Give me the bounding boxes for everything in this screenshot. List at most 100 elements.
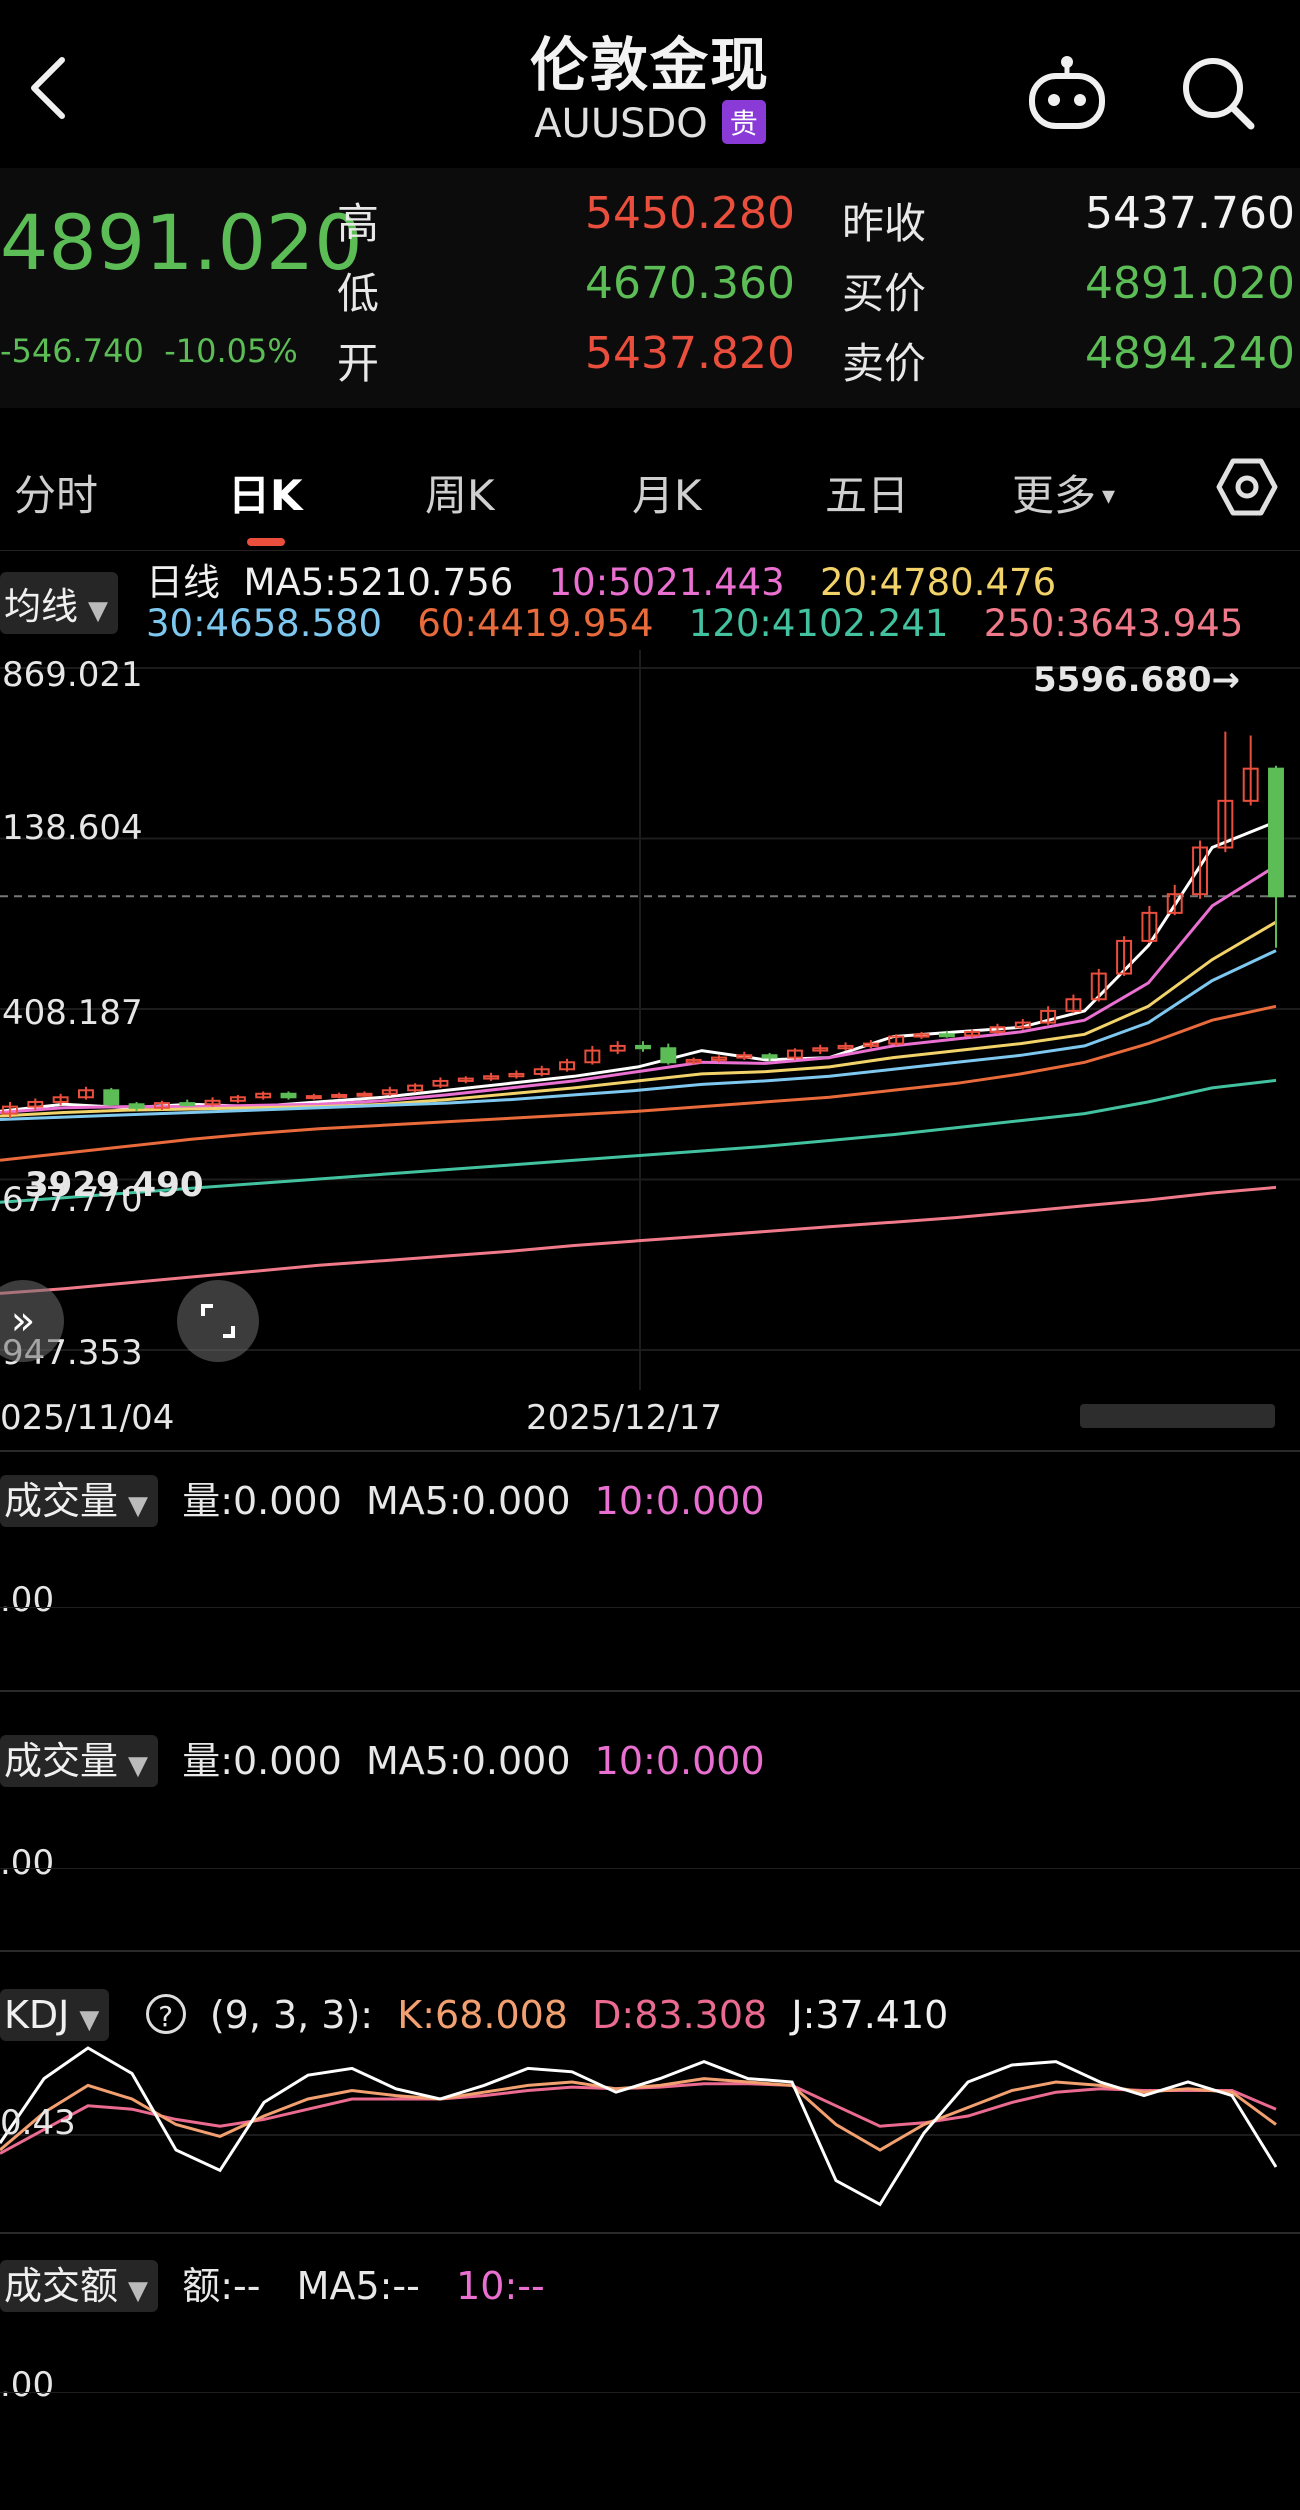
- change-amount: -546.740: [0, 332, 144, 370]
- ma-line-ma10: [0, 864, 1277, 1114]
- symbol-code: AUUSDO: [534, 101, 708, 147]
- candle-body: [305, 1095, 322, 1100]
- chart-separator: [0, 1450, 1300, 1452]
- volume-value: 量:0.000: [182, 1739, 342, 1783]
- dropdown-arrow-icon: ▼: [128, 1491, 149, 1521]
- last-price: 4891.020: [0, 198, 363, 287]
- dropdown-arrow-icon: ▼: [128, 1751, 149, 1781]
- ask-label: 卖价: [842, 339, 927, 388]
- ma5-value: MA5:5210.756: [243, 561, 514, 604]
- candle-body: [280, 1092, 297, 1099]
- kdj-d-value: D:83.308: [592, 1993, 768, 2037]
- low-price-marker: 3929.490: [25, 1165, 204, 1205]
- ma-line-ma60: [0, 1004, 1277, 1162]
- turnover-ma10: 10:--: [456, 2264, 545, 2308]
- fullscreen-icon: [201, 1304, 235, 1338]
- kdj-selector[interactable]: KDJ ▼: [0, 1989, 110, 2041]
- candle-body: [1268, 767, 1284, 898]
- tab-intraday[interactable]: 分时: [14, 462, 98, 523]
- dropdown-arrow-icon: ▼: [88, 596, 108, 626]
- ma-selector[interactable]: 均线 ▼: [0, 572, 118, 634]
- category-badge: 贵: [721, 100, 766, 144]
- ma10-value: 10:5021.443: [548, 561, 785, 604]
- tab-daily-k[interactable]: 日K: [228, 462, 303, 523]
- volume-panel-2-axis: .00: [0, 1843, 55, 1883]
- turnover-axis-label: .00: [0, 2365, 55, 2405]
- double-chevron-icon: »: [10, 1298, 36, 1344]
- kdj-j-value: J:37.410: [791, 1993, 949, 2037]
- ma-period: 日线: [146, 561, 220, 604]
- bid-label: 买价: [842, 269, 927, 318]
- robot-assistant-icon: [1029, 56, 1105, 129]
- ma250-value: 250:3643.945: [983, 602, 1244, 645]
- kdj-params: (9, 3, 3):: [209, 1993, 374, 2037]
- price-change: -546.740 -10.05%: [0, 332, 298, 370]
- tab-more-label: 更多: [1012, 471, 1097, 520]
- kdj-k-value: K:68.008: [397, 1993, 568, 2037]
- volume-panel-2-selector[interactable]: 成交量 ▼: [0, 1735, 159, 1787]
- candle-body: [761, 1054, 778, 1059]
- ma60-value: 60:4419.954: [417, 602, 654, 645]
- help-icon[interactable]: ?: [145, 1994, 186, 2034]
- candle-body: [128, 1103, 145, 1109]
- x-axis-label-start: 025/11/04: [0, 1398, 175, 1438]
- ma-selector-label: 均线: [4, 585, 78, 628]
- open-value: 5437.820: [585, 328, 795, 379]
- panel-separator: [0, 1950, 1300, 1952]
- assistant-button[interactable]: [1022, 48, 1112, 138]
- change-percent: -10.05%: [164, 332, 298, 370]
- volume-ma10: 10:0.000: [594, 1479, 765, 1523]
- candlestick-chart[interactable]: [0, 650, 1300, 1390]
- candle-body: [103, 1089, 120, 1106]
- search-button[interactable]: [1175, 50, 1260, 135]
- x-axis-label-end-blurred: [1080, 1404, 1275, 1428]
- volume-panel-1-selector[interactable]: 成交量 ▼: [0, 1475, 159, 1527]
- fullscreen-button[interactable]: [177, 1280, 259, 1362]
- candle-body: [938, 1033, 955, 1038]
- search-icon: [1183, 58, 1255, 130]
- settings-hexagon-icon: [1216, 458, 1278, 516]
- ma120-value: 120:4102.241: [688, 602, 949, 645]
- ma-legend-row-1: 日线 MA5:5210.756 10:5021.443 20:4780.476: [146, 552, 1056, 606]
- low-label: 低: [337, 269, 380, 318]
- ask-value: 4894.240: [1085, 328, 1295, 379]
- candle-body: [635, 1044, 651, 1050]
- prev-close-value: 5437.760: [1085, 188, 1295, 239]
- kdj-d-line: [0, 2082, 1277, 2155]
- kdj-panel-header: KDJ ▼ ? (9, 3, 3): K:68.008 D:83.308 J:37…: [0, 1989, 949, 2041]
- candle-body: [331, 1093, 348, 1098]
- volume-panel-1-selector-label: 成交量: [4, 1479, 119, 1523]
- high-price-marker: 5596.680→: [1033, 660, 1241, 700]
- high-value: 5450.280: [585, 188, 795, 239]
- kdj-selector-label: KDJ: [4, 1993, 70, 2037]
- ma20-value: 20:4780.476: [820, 561, 1057, 604]
- x-axis-label-mid: 2025/12/17: [526, 1398, 722, 1438]
- grid-line: [0, 2392, 1300, 2393]
- y-axis-label-top: 869.021: [2, 655, 143, 695]
- high-label: 高: [337, 199, 380, 248]
- ma30-value: 30:4658.580: [146, 602, 383, 645]
- volume-panel-1-header: 成交量 ▼ 量:0.000 MA5:0.000 10:0.000: [0, 1470, 765, 1527]
- candle-body: [356, 1092, 373, 1097]
- volume-ma5: MA5:0.000: [365, 1479, 571, 1523]
- chart-settings-button[interactable]: [1215, 455, 1279, 519]
- bid-value: 4891.020: [1085, 258, 1295, 309]
- kdj-chart[interactable]: [0, 2040, 1300, 2230]
- y-axis-label-3: 408.187: [2, 993, 143, 1033]
- tab-weekly-k[interactable]: 周K: [425, 462, 495, 523]
- candle-body: [660, 1047, 677, 1064]
- grid-line: [0, 1868, 1300, 1869]
- active-tab-indicator: [247, 538, 285, 546]
- volume-panel-2-selector-label: 成交量: [4, 1739, 119, 1783]
- dropdown-caret-icon: ▾: [1102, 481, 1116, 511]
- turnover-selector[interactable]: 成交额 ▼: [0, 2260, 159, 2312]
- dropdown-arrow-icon: ▼: [79, 2005, 100, 2035]
- tab-monthly-k[interactable]: 月K: [632, 462, 702, 523]
- volume-value: 量:0.000: [182, 1479, 342, 1523]
- panel-separator: [0, 2232, 1300, 2234]
- candle-body: [179, 1102, 196, 1107]
- ma-line-ma5: [0, 820, 1277, 1113]
- volume-panel-2-header: 成交量 ▼ 量:0.000 MA5:0.000 10:0.000: [0, 1730, 765, 1787]
- tab-five-day[interactable]: 五日: [825, 462, 909, 523]
- tab-more[interactable]: 更多 ▾: [1012, 462, 1115, 523]
